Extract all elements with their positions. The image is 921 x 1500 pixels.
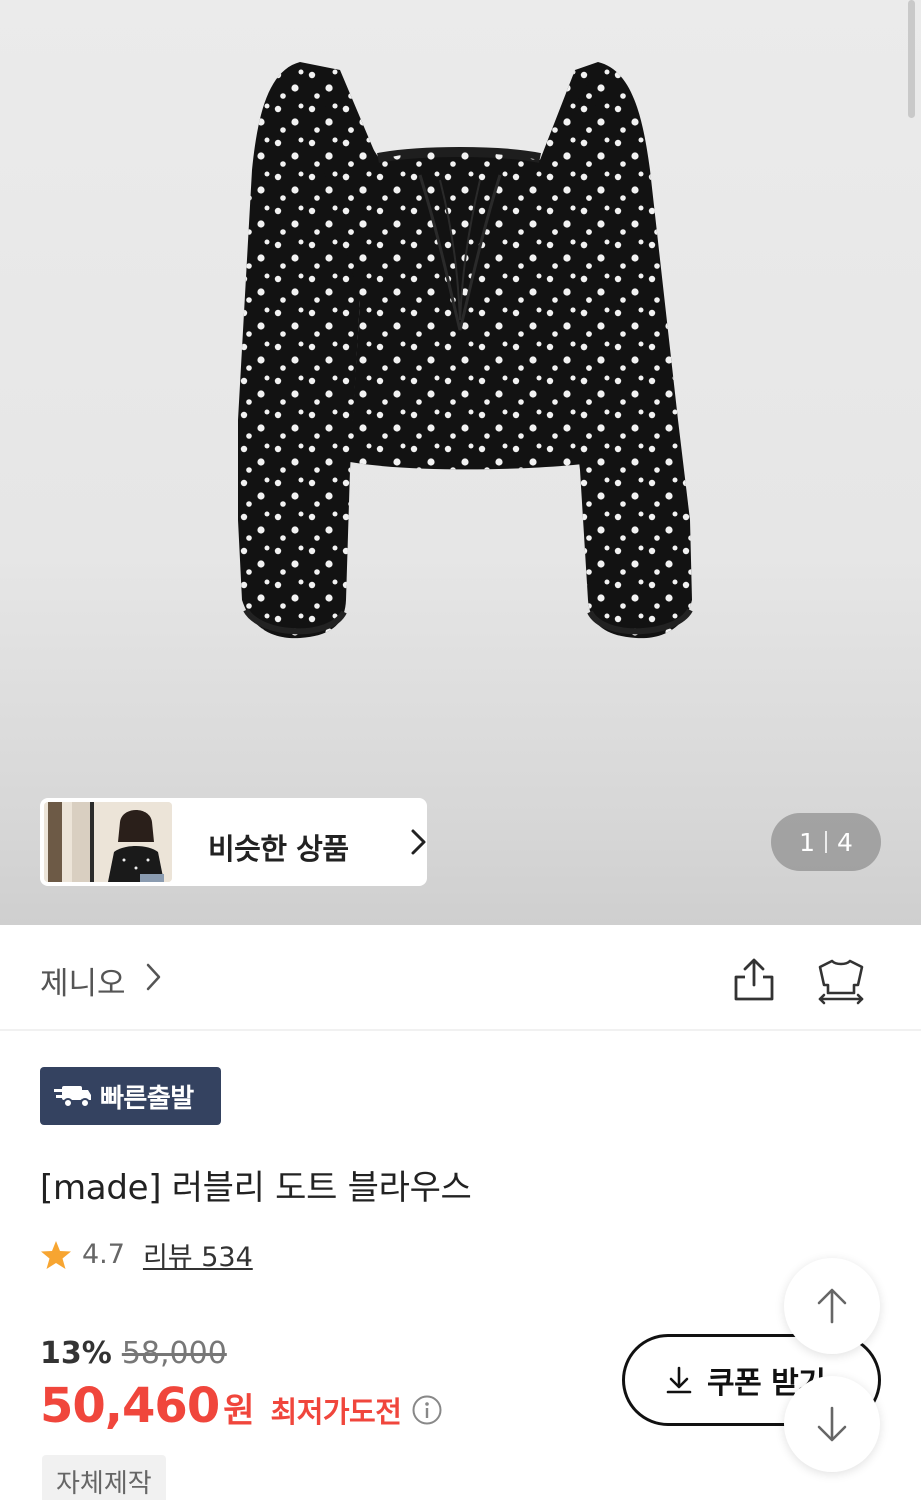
chevron-right-icon [411, 829, 426, 855]
product-title: [made] 러블리 도트 블라우스 [40, 1168, 472, 1208]
scroll-bottom-button[interactable] [784, 1376, 880, 1472]
discount-row: 13% 58,000 [40, 1336, 227, 1371]
original-price: 58,000 [121, 1336, 227, 1371]
review-link[interactable]: 리뷰 534 [143, 1235, 253, 1274]
similar-products-label: 비슷한 상품 [208, 832, 349, 866]
chevron-right-icon [146, 963, 161, 991]
pager-total: 4 [837, 827, 853, 857]
scroll-top-button[interactable] [784, 1258, 880, 1354]
pager-separator [825, 831, 827, 853]
price-row: 50,460 원 최저가도전 [40, 1378, 443, 1434]
brand-row: 제니오 [0, 925, 921, 1031]
rating-value: 4.7 [82, 1239, 125, 1270]
fast-shipping-badge: 빠른출발 [40, 1067, 221, 1125]
size-fit-icon[interactable] [814, 955, 868, 1005]
sale-price: 50,460 [40, 1378, 220, 1434]
arrow-up-icon [817, 1288, 847, 1324]
share-icon[interactable] [730, 955, 778, 1003]
product-image-carousel[interactable]: 비슷한 상품 1 4 [0, 0, 921, 925]
arrow-down-icon [817, 1406, 847, 1442]
made-in-house-tag: 자체제작 [42, 1455, 166, 1500]
image-pager: 1 4 [771, 813, 881, 871]
price-unit: 원 [223, 1391, 255, 1431]
scrollbar[interactable] [908, 0, 915, 118]
info-icon[interactable] [411, 1394, 443, 1426]
badge-label: 빠른출발 [100, 1083, 194, 1114]
similar-product-thumbnail [44, 802, 172, 882]
fast-delivery-icon [54, 1086, 91, 1108]
lowest-price-label: 최저가도전 [270, 1395, 402, 1429]
product-photo [238, 62, 693, 639]
similar-products-button[interactable]: 비슷한 상품 [40, 798, 427, 886]
rating-row: 4.7 리뷰 534 [40, 1235, 253, 1274]
brand-link[interactable]: 제니오 [40, 958, 126, 1003]
pager-current: 1 [799, 827, 815, 857]
discount-percent: 13% [40, 1336, 112, 1371]
download-icon [666, 1366, 692, 1394]
star-icon [41, 1240, 71, 1269]
